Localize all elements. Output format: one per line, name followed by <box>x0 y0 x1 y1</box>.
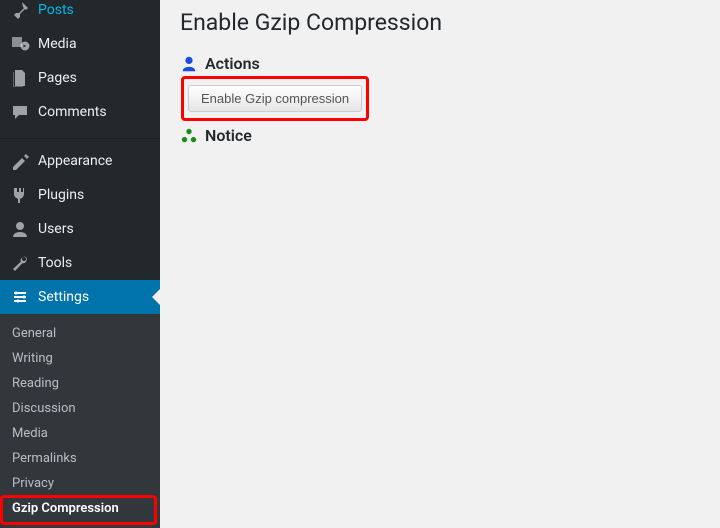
sidebar-submenu-settings: General Writing Reading Discussion Media… <box>0 314 160 528</box>
page-title: Enable Gzip Compression <box>180 0 700 40</box>
sidebar-item-appearance[interactable]: Appearance <box>0 144 160 178</box>
submenu-item-writing[interactable]: Writing <box>0 346 160 371</box>
submenu-item-gzip-compression[interactable]: Gzip Compression <box>0 496 160 521</box>
submenu-item-discussion[interactable]: Discussion <box>0 396 160 421</box>
media-icon <box>10 34 30 54</box>
sidebar-item-label: Tools <box>38 255 72 271</box>
sidebar-item-comments[interactable]: Comments <box>0 95 160 129</box>
submenu-item-permalinks[interactable]: Permalinks <box>0 446 160 471</box>
sidebar-item-media[interactable]: Media <box>0 27 160 61</box>
sidebar-item-label: Posts <box>38 2 74 18</box>
sidebar-item-label: Pages <box>38 70 77 86</box>
sidebar-item-users[interactable]: Users <box>0 212 160 246</box>
sidebar-item-pages[interactable]: Pages <box>0 61 160 95</box>
comments-icon <box>10 102 30 122</box>
section-actions: Actions Enable Gzip compression <box>180 54 700 112</box>
sidebar-item-plugins[interactable]: Plugins <box>0 178 160 212</box>
cluster-icon <box>180 127 198 145</box>
submenu-item-media[interactable]: Media <box>0 421 160 446</box>
section-title-notice: Notice <box>205 126 252 145</box>
sidebar-item-settings[interactable]: Settings <box>0 280 160 314</box>
submenu-item-reading[interactable]: Reading <box>0 371 160 396</box>
admin-sidebar: Posts Media Pages Comments Appearance Pl… <box>0 0 160 526</box>
submenu-item-general[interactable]: General <box>0 321 160 346</box>
appearance-icon <box>10 151 30 171</box>
sidebar-item-label: Plugins <box>38 187 84 203</box>
plugins-icon <box>10 185 30 205</box>
sidebar-item-label: Users <box>38 221 74 237</box>
user-icon <box>180 55 198 73</box>
main-content: Enable Gzip Compression Actions Enable G… <box>160 0 720 526</box>
sidebar-item-label: Settings <box>38 289 89 305</box>
submenu-item-privacy[interactable]: Privacy <box>0 471 160 496</box>
settings-icon <box>10 287 30 307</box>
section-title-actions: Actions <box>205 54 260 73</box>
sidebar-item-label: Appearance <box>38 153 112 169</box>
sidebar-item-label: Comments <box>38 104 107 120</box>
pages-icon <box>10 68 30 88</box>
tools-icon <box>10 253 30 273</box>
pin-icon <box>10 0 30 20</box>
sidebar-item-tools[interactable]: Tools <box>0 246 160 280</box>
users-icon <box>10 219 30 239</box>
sidebar-separator <box>0 134 160 139</box>
section-notice: Notice <box>180 126 700 145</box>
sidebar-item-label: Media <box>38 36 77 52</box>
sidebar-item-posts[interactable]: Posts <box>0 0 160 27</box>
enable-gzip-button[interactable]: Enable Gzip compression <box>188 85 362 112</box>
